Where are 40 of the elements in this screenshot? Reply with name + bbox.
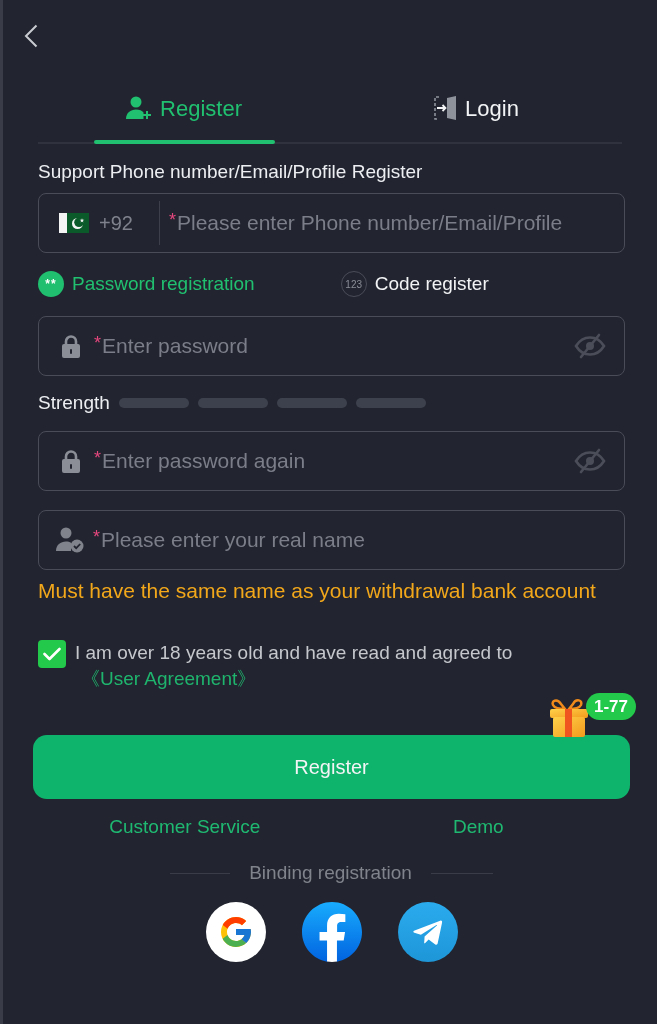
real-name-field[interactable]: *Please enter your real name (38, 510, 625, 570)
required-mark: * (93, 527, 100, 547)
user-check-icon (56, 527, 84, 553)
tab[interactable]: Login (330, 76, 622, 144)
mode-indicator: ** (38, 271, 64, 297)
registration-mode-option[interactable]: 123 Code register (340, 269, 489, 299)
tab[interactable]: Register (38, 76, 330, 144)
required-mark: * (94, 448, 101, 468)
f-logo-icon[interactable] (301, 902, 362, 962)
required-mark: * (168, 210, 176, 230)
password-input[interactable]: Enter password (102, 330, 574, 362)
strength-label: Strength (38, 390, 110, 415)
bonus-badge: 1-77 (585, 693, 636, 720)
checkmark-icon (43, 647, 61, 661)
required-mark: * (94, 333, 101, 353)
confirm-password-input[interactable]: Enter password again (102, 445, 574, 477)
password-field[interactable]: *Enter password (38, 316, 625, 376)
agreement-text: I am over 18 years old and have read and agreed to 《User Agreement》 (75, 641, 514, 691)
name-hint: Must have the same name as your withdrawal bank account (38, 579, 597, 603)
footer-link[interactable]: Customer Service (109, 815, 261, 839)
person-plus-icon (126, 96, 153, 120)
country-code[interactable]: +92 (99, 208, 133, 238)
paper-plane-icon[interactable] (397, 902, 458, 962)
lock-icon (61, 334, 81, 358)
account-input-field[interactable]: +92 *Please enter Phone number/Email/Profile (38, 193, 625, 253)
agreement-checkbox[interactable] (38, 640, 66, 668)
door-arrow-icon (433, 95, 458, 121)
g-logo-icon[interactable] (205, 902, 266, 962)
footer-link[interactable]: Demo (452, 815, 504, 839)
confirm-password-field[interactable]: *Enter password again (38, 431, 625, 491)
binding-label: Binding registration (249, 861, 412, 885)
user-agreement-link[interactable]: 《User Agreement》 (81, 668, 257, 689)
field-label: Support Phone number/Email/Profile Register (38, 161, 424, 183)
registration-mode-option[interactable]: ** Password registration (38, 269, 255, 299)
account-input[interactable]: Please enter Phone number/Email/Profile (176, 207, 610, 239)
chevron-left-icon[interactable] (24, 24, 38, 48)
gift-icon (547, 696, 591, 738)
real-name-input[interactable]: Please enter your real name (101, 524, 610, 556)
flag-icon (59, 213, 89, 233)
lock-icon (61, 449, 81, 473)
